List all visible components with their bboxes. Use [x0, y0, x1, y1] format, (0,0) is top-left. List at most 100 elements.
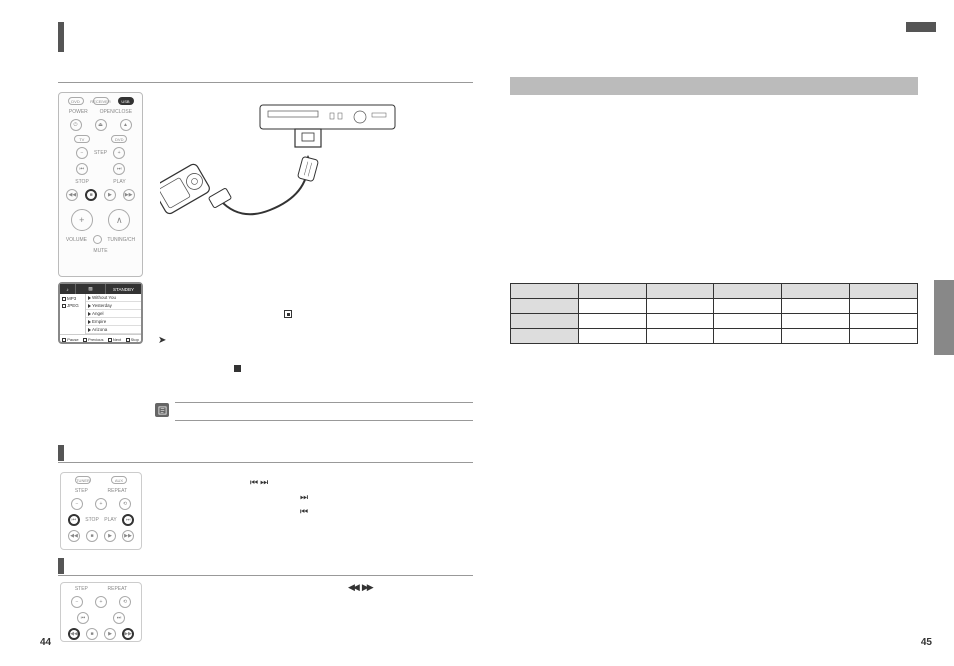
mini3-rw: ◀◀ — [68, 628, 80, 640]
table-cell — [782, 329, 850, 344]
label-tuning: TUNING/CH — [107, 237, 135, 243]
mini3-sknext: ⏭ — [113, 612, 125, 624]
rule-line — [58, 82, 473, 83]
skip-prev-glyph-line2: ⏮ — [300, 506, 306, 517]
mini-stop: ■ — [86, 530, 98, 542]
mini3-step: STEP — [75, 586, 88, 592]
screen-icon-b: ▧ — [76, 284, 106, 294]
spec-table — [510, 283, 918, 344]
mini-skip-prev: ⏮ — [68, 514, 80, 526]
screen-cat-jpeg: JPEG — [62, 303, 83, 308]
table-cell — [646, 329, 714, 344]
label-step: STEP — [94, 150, 107, 156]
section3-rule — [58, 575, 473, 576]
mini3-repeat: REPEAT — [108, 586, 128, 592]
label-mute: MUTE — [63, 248, 138, 254]
rewind-icon: ◀◀ — [66, 189, 78, 201]
page-number-right: 45 — [921, 637, 932, 648]
rewind-ff-inline: ◀◀ ▶▶ — [348, 583, 372, 593]
volume-up-icon: + — [71, 209, 93, 231]
table-cell — [578, 299, 646, 314]
skip-prev-glyph: ⏮ — [250, 478, 256, 488]
mini-aux: AUX — [111, 476, 127, 484]
table-cell — [714, 329, 782, 344]
mini-skip-next: ⏭ — [122, 514, 134, 526]
table-cell — [850, 314, 918, 329]
label-play: PLAY — [113, 179, 125, 185]
screen-icon-a: ♪ — [60, 284, 76, 294]
screen-cat-mp3: MP3 — [62, 296, 83, 301]
ff-glyph: ▶▶ — [362, 583, 372, 593]
mini3-skprev: ⏮ — [77, 612, 89, 624]
tune-down-icon: − — [76, 147, 88, 159]
list-item: Angel — [86, 310, 141, 318]
skip-next-glyph-line1: ⏭ — [300, 492, 306, 503]
remote-btn-dvd2: DVD — [111, 135, 127, 143]
table-header — [714, 284, 782, 299]
list-item: Arizona — [86, 326, 141, 334]
section-bar — [58, 22, 64, 52]
table-cell — [511, 314, 579, 329]
table-cell — [850, 299, 918, 314]
section2-bar — [58, 445, 64, 461]
table-cell — [578, 314, 646, 329]
mini3-ff: ▶▶ — [122, 628, 134, 640]
list-item: Empire — [86, 318, 141, 326]
remote-btn-rcv: RECEIVER — [93, 97, 109, 105]
skip-prev-next-inline: ⏮ ⏭ — [250, 478, 266, 488]
skip-prev-icon: ⏮ — [76, 163, 88, 175]
mini3-minus: − — [71, 596, 83, 608]
section2-rule — [58, 462, 473, 463]
label-openclose: OPEN/CLOSE — [100, 109, 133, 115]
skip-next-glyph: ⏭ — [260, 478, 266, 488]
table-cell — [714, 314, 782, 329]
note-rule-top — [175, 402, 473, 403]
eject-icon: ⏏ — [95, 119, 107, 131]
mini3-rpt: ⟲ — [119, 596, 131, 608]
list-item: Yesterday — [86, 302, 141, 310]
remote-btn-dvd: DVD — [68, 97, 84, 105]
table-header — [850, 284, 918, 299]
stop-button-icon: ■ — [85, 189, 97, 201]
list-item: Without You — [86, 294, 141, 302]
table-cell — [850, 329, 918, 344]
screen-standby-label: STANDBY — [106, 284, 141, 294]
power-icon: ⏻ — [70, 119, 82, 131]
stop-glyph-icon — [284, 310, 292, 318]
table-cell — [511, 299, 579, 314]
mini-repeat-btn: ⟲ — [119, 498, 131, 510]
table-cell — [646, 314, 714, 329]
stop-filled-icon — [234, 365, 241, 372]
mini-step: STEP — [75, 488, 88, 494]
label-volume: VOLUME — [66, 237, 87, 243]
play-pause-icon: ▶ — [104, 189, 116, 201]
side-index-tab — [934, 280, 954, 355]
table-header — [646, 284, 714, 299]
mini-plus: + — [95, 498, 107, 510]
mini3-plus: + — [95, 596, 107, 608]
step-cursor-icon: ➤ — [158, 335, 166, 346]
ff-icon: ▶▶ — [123, 189, 135, 201]
remote-crop-ff: STEP REPEAT − + ⟲ ⏮ ⏭ ◀◀ ■ ▶ ▶▶ — [60, 582, 142, 642]
connection-diagram — [160, 100, 400, 250]
table-cell — [782, 314, 850, 329]
skip-next-icon: ⏭ — [113, 163, 125, 175]
mini-stop-lbl: STOP — [85, 517, 99, 523]
remote-crop-skip: TUNER AUX STEP REPEAT − + ⟲ ⏮ STOP PLAY … — [60, 472, 142, 550]
footer-prev: Previous — [83, 337, 104, 342]
tv-screen-preview: ♪ ▧ STANDBY MP3 JPEG Without You Yesterd… — [58, 282, 143, 344]
footer-pause: Pause — [62, 337, 78, 342]
remote-btn-tv: TV — [74, 135, 90, 143]
mini-minus: − — [71, 498, 83, 510]
table-cell — [646, 299, 714, 314]
note-rule-bottom — [175, 420, 473, 421]
mini-tuner: TUNER — [75, 476, 91, 484]
table-cell — [782, 299, 850, 314]
table-header — [511, 284, 579, 299]
mute-icon — [93, 235, 102, 244]
table-header — [782, 284, 850, 299]
mini-ff: ▶▶ — [122, 530, 134, 542]
label-power: POWER — [69, 109, 88, 115]
mini3-play: ▶ — [104, 628, 116, 640]
mini-play: ▶ — [104, 530, 116, 542]
